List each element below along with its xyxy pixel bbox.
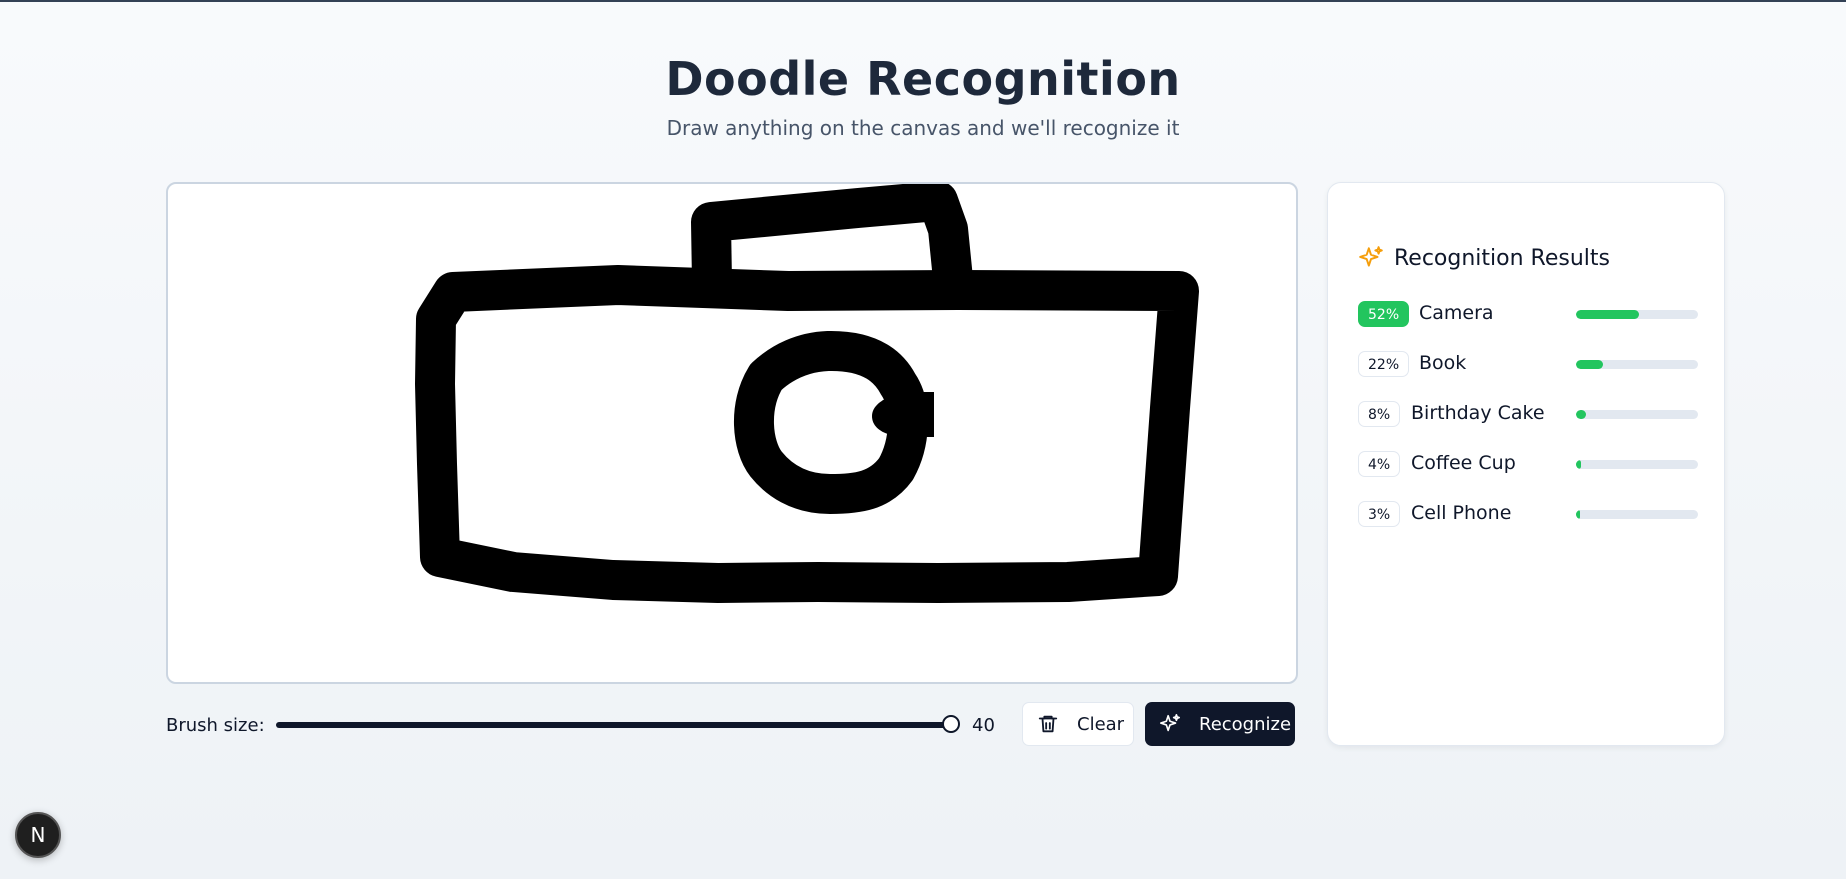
results-header: Recognition Results [1358,245,1610,271]
confidence-bar-fill [1576,410,1586,419]
page-title: Doodle Recognition [665,52,1181,106]
result-row: 8% Birthday Cake [1358,400,1698,428]
result-label: Camera [1419,302,1494,324]
confidence-bar [1576,410,1698,419]
result-label: Book [1419,352,1467,374]
brush-size-slider[interactable] [276,722,952,728]
confidence-bar [1576,460,1698,469]
brush-size-value: 40 [972,715,995,736]
framework-badge[interactable]: N [15,812,61,858]
confidence-bar [1576,310,1698,319]
confidence-badge: 22% [1358,351,1410,377]
drawing-canvas[interactable] [166,182,1298,684]
result-label: Birthday Cake [1411,402,1545,424]
brush-size-label: Brush size: [166,715,265,736]
sparkles-icon [1358,245,1384,271]
sparkles-icon [1159,713,1181,735]
confidence-bar-fill [1576,360,1603,369]
clear-button-label: Clear [1077,713,1125,735]
drawing-controls: Brush size: 40 Clear Recognize [166,702,1296,748]
confidence-badge: 8% [1358,401,1401,427]
confidence-bar-fill [1576,510,1580,519]
result-row: 22% Book [1358,350,1698,378]
recognize-button-label: Recognize [1199,713,1292,735]
recognition-results-panel: Recognition Results 52% Camera 22% Book … [1327,182,1725,746]
confidence-badge: 3% [1358,501,1401,527]
result-row: 52% Camera [1358,300,1698,328]
top-border [0,0,1846,2]
result-row: 3% Cell Phone [1358,500,1698,528]
clear-button[interactable]: Clear [1022,702,1134,746]
results-title: Recognition Results [1394,245,1610,271]
confidence-bar-fill [1576,310,1640,319]
confidence-badge: 4% [1358,451,1401,477]
framework-badge-letter: N [30,823,46,847]
confidence-bar [1576,360,1698,369]
result-label: Coffee Cup [1411,452,1516,474]
page-subtitle: Draw anything on the canvas and we'll re… [666,116,1180,140]
confidence-badge: 52% [1358,301,1410,327]
doodle-drawing [415,184,1199,603]
brush-size-slider-thumb[interactable] [942,715,960,733]
confidence-bar [1576,510,1698,519]
result-label: Cell Phone [1411,502,1512,524]
result-row: 4% Coffee Cup [1358,450,1698,478]
confidence-bar-fill [1576,460,1581,469]
recognize-button[interactable]: Recognize [1145,702,1295,746]
trash-icon [1037,713,1059,735]
